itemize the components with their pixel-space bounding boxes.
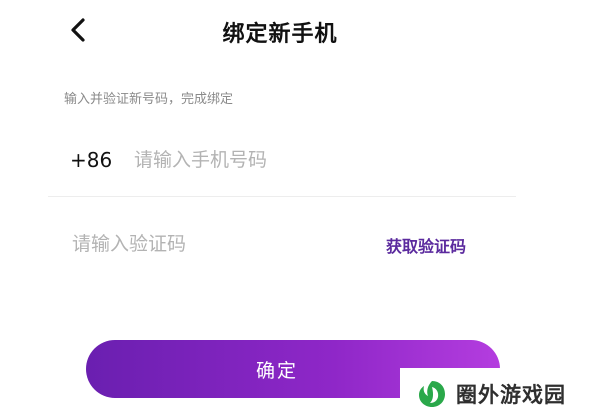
header-bar: 绑定新手机 [0,0,600,60]
site-watermark: 圈外游戏园 [400,368,600,419]
watermark-text: 圈外游戏园 [456,382,566,407]
confirm-button-label: 确定 [255,359,298,382]
page-title: 绑定新手机 [222,22,338,47]
country-code-selector[interactable]: +86 [70,148,112,172]
verification-code-input[interactable] [72,228,342,260]
verification-code-row: 获取验证码 [48,214,516,274]
leaf-logo-icon [419,380,445,407]
get-code-button[interactable]: 获取验证码 [386,233,466,257]
instruction-text: 输入并验证新号码，完成绑定 [64,92,234,107]
phone-number-row: +86 [48,130,516,197]
phone-number-input[interactable] [134,144,494,176]
